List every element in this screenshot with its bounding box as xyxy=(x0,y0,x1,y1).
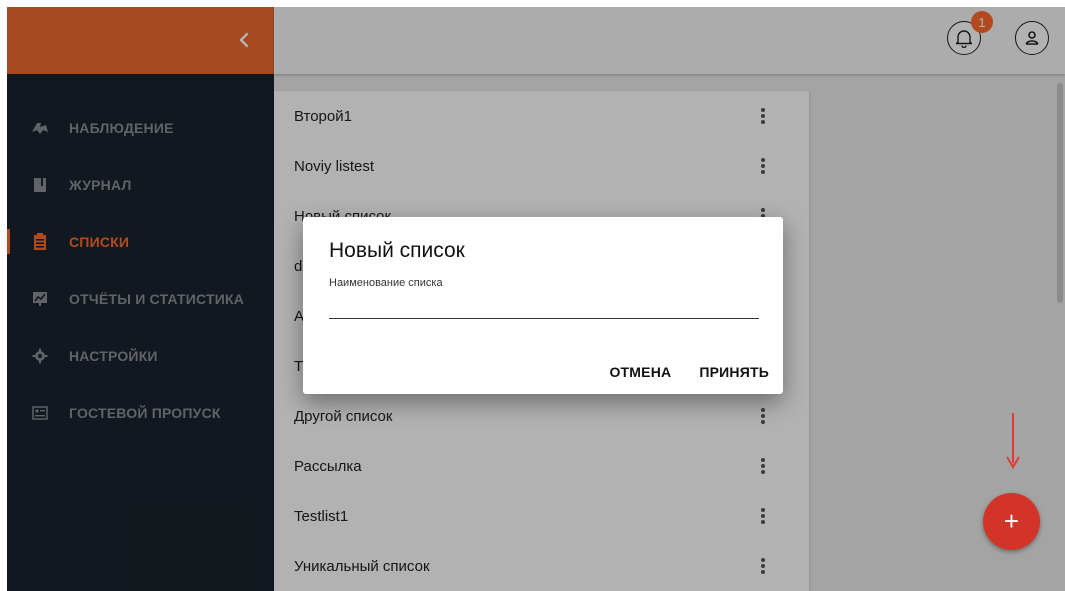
cancel-button[interactable]: ОТМЕНА xyxy=(609,364,671,380)
list-name-label: Наименование списка xyxy=(329,277,443,289)
accept-button[interactable]: ПРИНЯТЬ xyxy=(699,364,769,380)
dialog-actions: ОТМЕНА ПРИНЯТЬ xyxy=(609,364,769,380)
plus-icon: + xyxy=(1003,506,1020,536)
app-window: НАБЛЮДЕНИЕ ЖУРНАЛ СПИСКИ ОТЧЁТЫ И СТАТИС… xyxy=(7,7,1065,591)
annotation-arrow-icon xyxy=(1006,413,1020,469)
dialog-title: Новый список xyxy=(329,239,465,262)
new-list-dialog: Новый список Наименование списка ОТМЕНА … xyxy=(303,217,783,394)
add-list-button[interactable]: + xyxy=(983,493,1040,550)
list-name-input[interactable] xyxy=(329,291,759,319)
